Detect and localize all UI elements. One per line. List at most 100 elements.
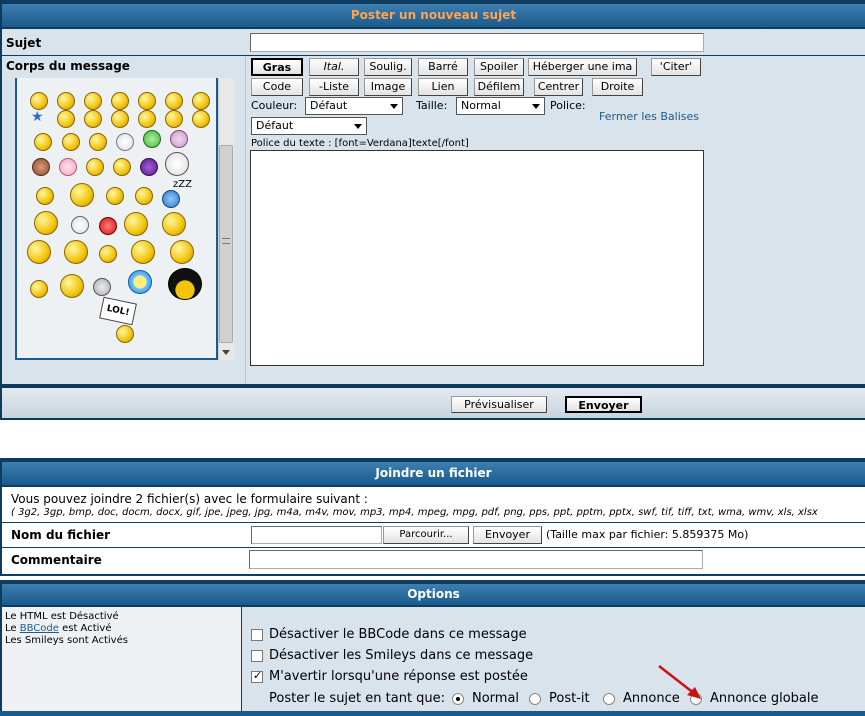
star-icon[interactable]: ★ [31,110,45,124]
smiley-icon[interactable] [89,133,107,151]
checkmark-icon: ✓ [253,669,263,682]
pig-smiley-icon[interactable] [59,158,77,176]
reading-smiley-icon[interactable] [60,274,84,298]
cat-smiley-icon[interactable] [170,130,188,148]
smiley-icon[interactable] [70,183,94,207]
smiley-icon[interactable] [113,158,131,176]
preview-button[interactable]: Prévisualiser [451,396,547,413]
subject-input[interactable] [250,33,704,52]
link-button[interactable]: Lien [418,78,468,96]
list-button[interactable]: -Liste [309,78,359,96]
right-align-button[interactable]: Droite [592,78,643,96]
radio-postit[interactable] [529,693,541,705]
smiley-icon[interactable] [135,187,153,205]
comment-label: Commentaire [11,553,102,567]
smiley-icon[interactable] [57,110,75,128]
notify-checkbox[interactable]: ✓ [251,669,263,683]
file-input[interactable] [251,526,382,544]
options-header: Options [2,584,865,606]
santa-smiley-icon[interactable] [124,212,148,236]
smiley-icon[interactable] [30,92,48,110]
smiley-icon[interactable] [170,240,194,264]
disable-bbcode-checkbox[interactable] [251,629,263,641]
close-tags-link[interactable]: Fermer les Balises [599,110,699,123]
size-select[interactable]: Normal [456,97,545,115]
purple-smiley-icon[interactable] [140,158,158,176]
quote-button[interactable]: 'Citer' [651,58,701,76]
code-button[interactable]: Code [251,78,303,96]
smiley-icon[interactable] [138,92,156,110]
smiley-icon[interactable] [32,158,50,176]
smiley-icon[interactable] [165,110,183,128]
smiley-icon[interactable] [62,133,80,151]
send-button[interactable]: Envoyer [565,396,642,413]
bbcode-link[interactable]: BBCode [20,623,59,634]
italic-button[interactable]: Ital. [309,58,359,76]
smiley-icon[interactable] [116,133,134,151]
sun-smiley-icon[interactable] [34,211,58,235]
smiley-icon[interactable] [57,92,75,110]
attach-extensions: ( 3g2, 3gp, bmp, doc, docm, docx, gif, j… [11,507,818,518]
pharaoh-smiley-icon[interactable] [27,240,51,264]
center-button[interactable]: Centrer [534,78,583,96]
smiley-icon[interactable] [99,245,117,263]
chevron-down-icon [354,124,362,129]
sleepy-smiley-icon[interactable] [162,190,180,208]
scrollbar-thumb[interactable] [219,145,233,343]
smiley-icon[interactable] [36,187,54,205]
smiley-icon[interactable] [34,133,52,151]
bold-button[interactable]: Gras [251,58,303,76]
attach-send-button[interactable]: Envoyer [473,526,542,544]
size-select-value: Normal [461,99,501,112]
reindeer-smiley-icon[interactable] [162,212,186,236]
options-footer [0,711,865,716]
smiley-icon[interactable] [84,92,102,110]
smiley-icon[interactable] [30,280,48,298]
chevron-down-icon [532,104,540,109]
underline-button[interactable]: Soulig. [364,58,412,76]
color-select[interactable]: Défaut [305,97,403,115]
font-select[interactable]: Défaut [251,117,367,135]
smiley-icon[interactable] [138,110,156,128]
spoiler-button[interactable]: Spoiler [474,58,524,76]
smiley-icon[interactable] [192,110,210,128]
scream-smiley-icon[interactable] [165,152,189,176]
smiley-icon[interactable] [86,158,104,176]
smiley-icon[interactable] [111,92,129,110]
marquee-button[interactable]: Défilem [474,78,524,96]
smiley-icon[interactable] [106,187,124,205]
radio-normal[interactable] [452,693,464,705]
radio-annonce-globale-label: Annonce globale [710,691,819,706]
scroll-down-arrow-icon[interactable] [222,350,230,355]
afro-smiley-icon[interactable] [168,268,202,300]
disable-smileys-label: Désactiver les Smileys dans ce message [269,648,534,663]
strike-button[interactable]: Barré [418,58,468,76]
radio-annonce[interactable] [603,693,615,705]
comment-input[interactable] [249,550,703,569]
color-select-value: Défaut [310,99,348,112]
alien-smiley-icon[interactable] [143,130,161,148]
smiley-icon[interactable] [165,92,183,110]
post-header: Poster un nouveau sujet [2,4,865,28]
jester-smiley-icon[interactable] [131,240,155,264]
flower-smiley-icon[interactable] [128,270,152,294]
file-label: Nom du fichier [11,528,110,542]
disable-smileys-checkbox[interactable] [251,650,263,662]
message-textarea[interactable] [250,150,704,366]
font-hint: Police du texte : [font=Verdana]texte[/f… [251,138,469,149]
bunny-smiley-icon[interactable] [71,216,89,234]
cherry-smiley-icon[interactable] [99,217,117,235]
browse-button[interactable]: Parcourir... [383,526,469,544]
image-button[interactable]: Image [364,78,412,96]
host-image-button[interactable]: Héberger une ima [528,58,637,76]
smiley-icon[interactable] [192,92,210,110]
radio-postit-label: Post-it [549,691,590,706]
scrollbar-grip-icon [222,238,230,244]
smiley-icon[interactable] [111,110,129,128]
king-smiley-icon[interactable] [64,240,88,264]
smiley-icon[interactable] [84,110,102,128]
size-label: Taille: [416,99,448,112]
zzz-icon: zZZ [173,179,192,190]
body-label: Corps du message [6,59,130,73]
elephant-smiley-icon[interactable] [93,278,111,296]
